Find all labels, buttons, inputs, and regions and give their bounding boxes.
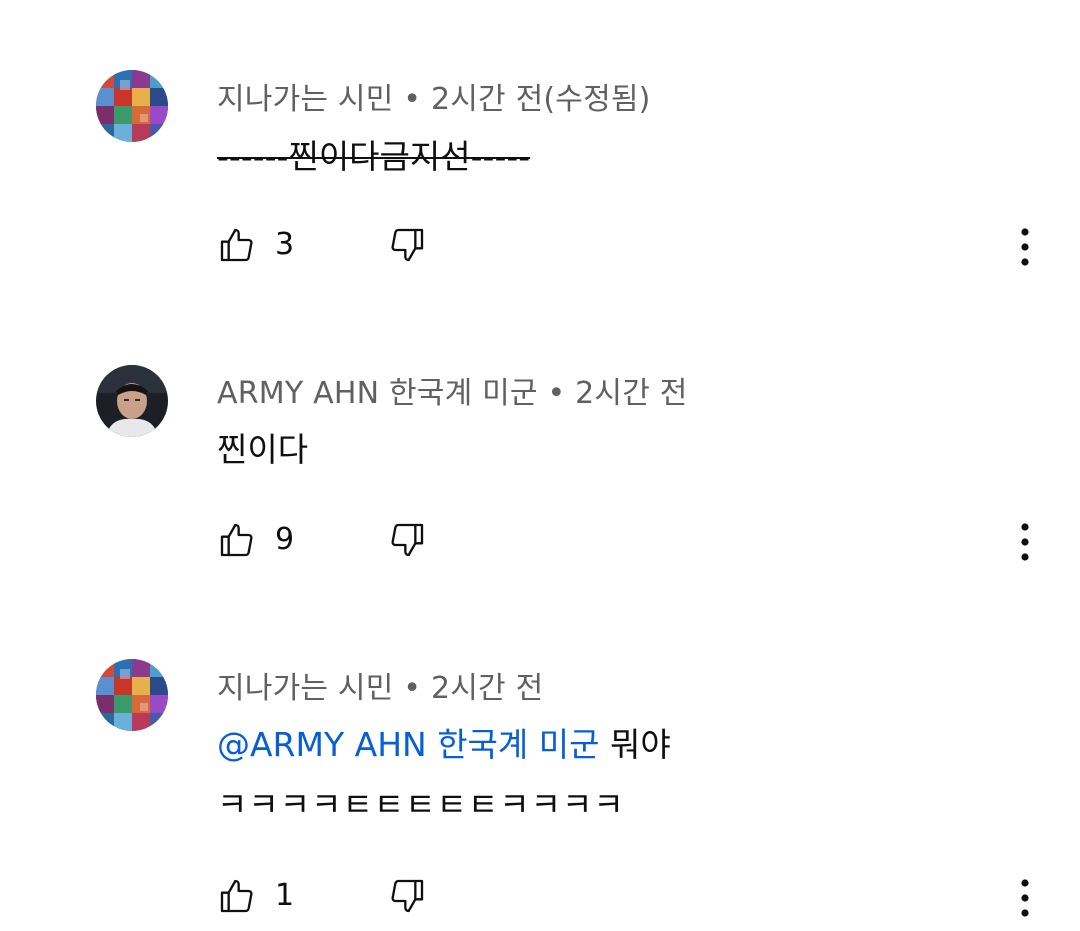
like-button[interactable] bbox=[217, 225, 261, 269]
more-options-button[interactable] bbox=[1007, 225, 1043, 269]
strike-dashes-right: ----- bbox=[470, 137, 531, 176]
dislike-button[interactable] bbox=[387, 876, 431, 920]
like-button[interactable] bbox=[217, 520, 261, 564]
strike-text: 찐이다금지선 bbox=[288, 137, 471, 176]
meta-separator: • bbox=[403, 82, 422, 117]
comment-text: 찐이다 bbox=[217, 430, 309, 469]
comment-text-line2: ㅋㅋㅋㅋㅌㅌㅌㅌㅌㅋㅋㅋㅋ bbox=[217, 785, 625, 824]
comment-meta: 지나가는 시민 • 2시간 전 bbox=[217, 663, 543, 707]
like-count: 3 bbox=[275, 227, 295, 262]
avatar[interactable] bbox=[96, 659, 168, 731]
comment-meta: 지나가는 시민 • 2시간 전(수정됨) bbox=[217, 74, 651, 118]
thumbs-down-icon bbox=[391, 523, 424, 557]
more-vertical-icon bbox=[1021, 228, 1029, 266]
comment-text: ------찐이다금지선----- bbox=[217, 130, 530, 178]
author-name[interactable]: ARMY AHN 한국계 미군 bbox=[217, 376, 538, 411]
like-count: 9 bbox=[275, 522, 295, 557]
meta-separator: • bbox=[403, 671, 422, 706]
thumbs-up-icon bbox=[220, 228, 253, 262]
more-vertical-icon bbox=[1021, 523, 1029, 561]
thumbs-down-icon bbox=[391, 879, 424, 913]
strike-dashes-left: ------ bbox=[217, 137, 289, 176]
mention-link[interactable]: @ARMY AHN 한국계 미군 bbox=[217, 725, 599, 764]
like-button[interactable] bbox=[217, 876, 261, 920]
thumbs-up-icon bbox=[220, 879, 253, 913]
comment-actions: 9 bbox=[217, 520, 1047, 564]
comment-text: @ARMY AHN 한국계 미군 뭐야 bbox=[217, 718, 671, 766]
avatar[interactable] bbox=[96, 70, 168, 142]
comment-time: 2시간 전 bbox=[575, 376, 688, 411]
comment-actions: 1 bbox=[217, 876, 1047, 920]
thumbs-up-icon bbox=[220, 523, 253, 557]
comment-time: 2시간 전(수정됨) bbox=[430, 82, 651, 117]
more-vertical-icon bbox=[1021, 879, 1029, 917]
meta-separator: • bbox=[547, 376, 566, 411]
comment-text-after-mention: 뭐야 bbox=[609, 725, 671, 764]
author-name[interactable]: 지나가는 시민 bbox=[217, 82, 394, 117]
more-options-button[interactable] bbox=[1007, 520, 1043, 564]
comment-actions: 3 bbox=[217, 225, 1047, 269]
comment-meta: ARMY AHN 한국계 미군 • 2시간 전 bbox=[217, 368, 688, 412]
author-name[interactable]: 지나가는 시민 bbox=[217, 671, 394, 706]
more-options-button[interactable] bbox=[1007, 876, 1043, 920]
like-count: 1 bbox=[275, 878, 295, 913]
avatar[interactable] bbox=[96, 365, 168, 437]
dislike-button[interactable] bbox=[387, 225, 431, 269]
comment-time: 2시간 전 bbox=[430, 671, 544, 706]
dislike-button[interactable] bbox=[387, 520, 431, 564]
thumbs-down-icon bbox=[391, 228, 424, 262]
